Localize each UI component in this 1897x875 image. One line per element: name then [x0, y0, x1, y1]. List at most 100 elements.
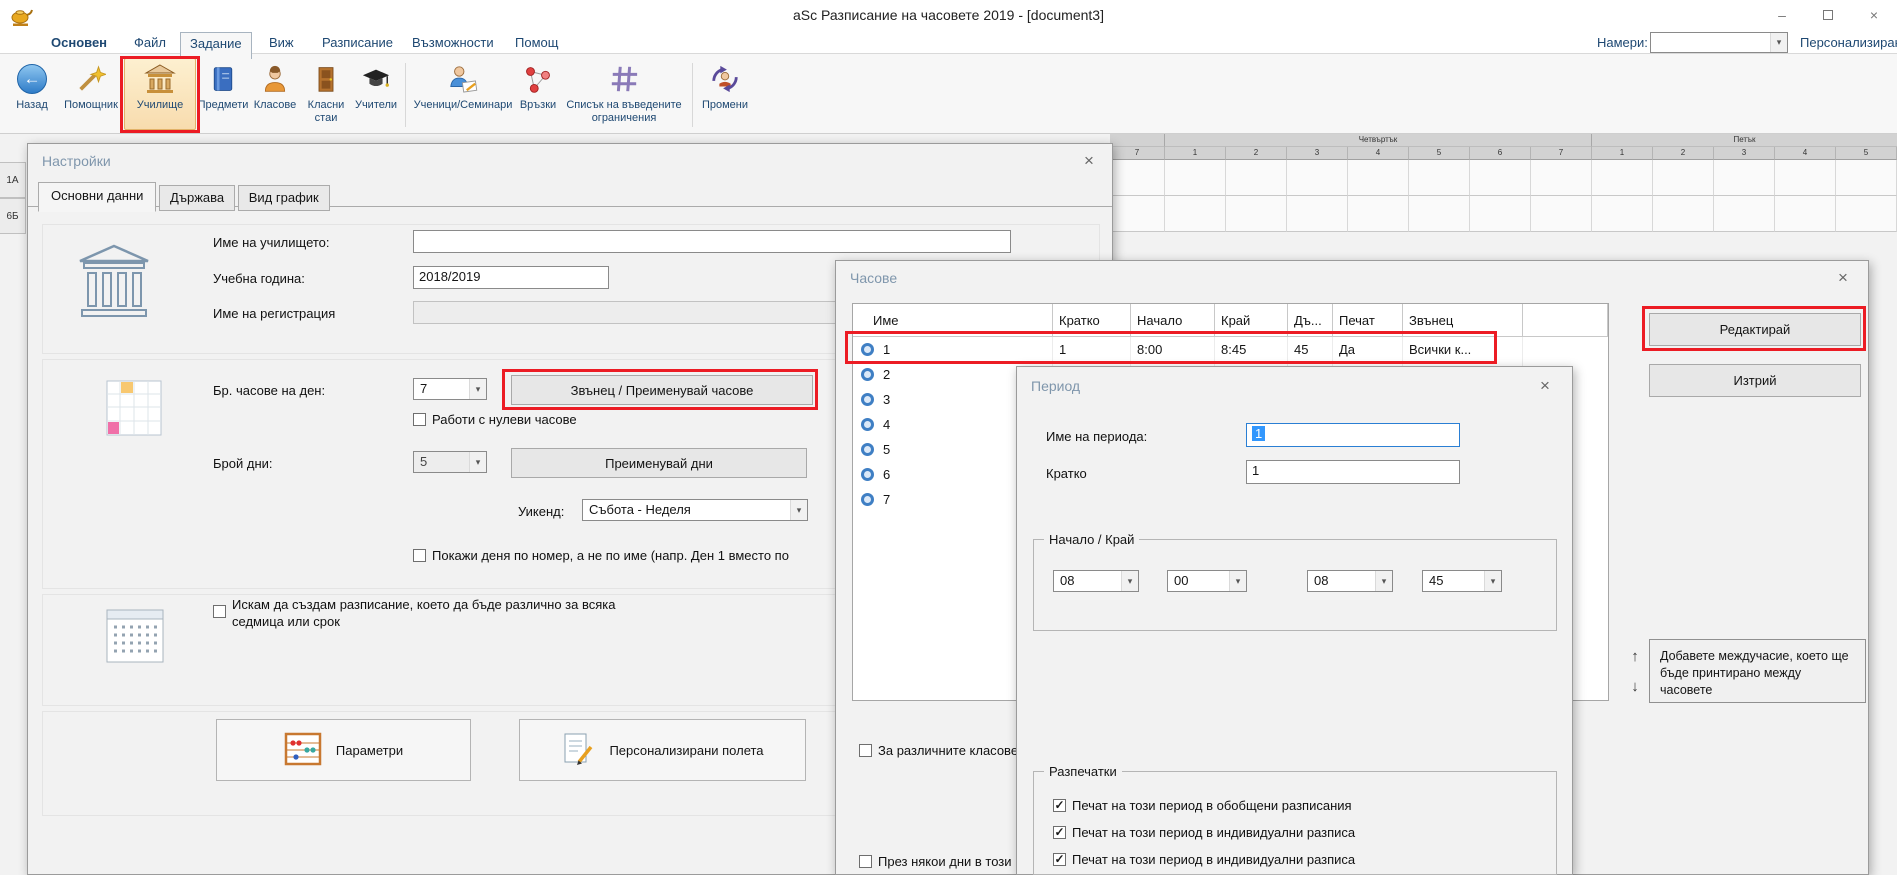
minimize-button[interactable]: – [1759, 0, 1805, 30]
door-icon [309, 62, 343, 96]
parameters-button[interactable]: Параметри [216, 719, 471, 781]
periods-close-icon[interactable]: × [1830, 267, 1856, 289]
timetable-cell [1110, 196, 1165, 232]
abacus-icon [284, 732, 322, 769]
some-days-checkbox[interactable] [859, 855, 872, 868]
timetable-cell [1531, 196, 1592, 232]
titlebar: aSc Разписание на часовете 2019 - [docum… [0, 0, 1897, 30]
day-header-friday: Петък [1592, 134, 1897, 147]
find-label: Намери: [1597, 35, 1648, 50]
multiweek-checkbox[interactable] [213, 605, 226, 618]
timetable-cell [1714, 196, 1775, 232]
timetable-cell [1592, 196, 1653, 232]
menu-tab-options[interactable]: Възможности [405, 33, 501, 52]
timetable-cell [1592, 160, 1653, 196]
tab-basic-data[interactable]: Основни данни [38, 182, 156, 212]
magic-wand-icon [74, 62, 108, 96]
ribbon-label-classrooms: Класни стаи [300, 99, 352, 124]
timetable-cell [1226, 196, 1287, 232]
chevron-down-icon: ▾ [469, 452, 486, 472]
print-individual-2-checkbox[interactable] [1053, 853, 1066, 866]
ribbon-button-links[interactable]: Връзки [515, 58, 561, 130]
ribbon-button-classrooms[interactable]: Класни стаи [300, 58, 352, 130]
tab-country[interactable]: Държава [159, 185, 235, 211]
chevron-down-icon[interactable]: ▾ [1121, 571, 1138, 591]
ribbon-button-changes[interactable]: Промени [698, 58, 752, 130]
day-number-checkbox[interactable] [413, 549, 426, 562]
school-year-label: Учебна година: [213, 271, 305, 286]
delete-period-button[interactable]: Изтрий [1649, 364, 1861, 397]
school-name-input[interactable] [413, 230, 1011, 253]
print-summary-checkbox[interactable] [1053, 799, 1066, 812]
book-icon [206, 62, 240, 96]
rename-days-button[interactable]: Преименувай дни [511, 448, 807, 478]
timetable-cell [1165, 160, 1226, 196]
chevron-down-icon[interactable]: ▾ [1770, 33, 1787, 52]
ribbon-button-classes[interactable]: Класове [250, 58, 300, 130]
add-break-note[interactable]: Добавете междучасие, което ще бъде принт… [1649, 639, 1866, 703]
period-name-input[interactable]: 1 [1246, 423, 1460, 447]
ribbon-label-assistant: Помощник [64, 99, 118, 112]
move-down-button[interactable]: ↓ [1625, 675, 1645, 699]
menu-tab-schedule[interactable]: Разписание [315, 33, 400, 52]
settings-close-icon[interactable]: × [1076, 150, 1102, 172]
per-class-checkbox[interactable] [859, 744, 872, 757]
timetable-cell [1226, 160, 1287, 196]
ribbon-button-constraints[interactable]: Списък на въведените ограничения [561, 58, 687, 130]
school-year-input[interactable]: 2018/2019 [413, 266, 609, 289]
maximize-button[interactable] [1805, 0, 1851, 30]
chevron-down-icon[interactable]: ▾ [469, 379, 486, 399]
period-number: 4 [1775, 147, 1836, 160]
ribbon-label-links: Връзки [520, 99, 556, 112]
period-number: 3 [1714, 147, 1775, 160]
timetable-cell [1287, 196, 1348, 232]
custom-fields-button[interactable]: Персонализирани полета [519, 719, 806, 781]
menu-tab-main[interactable]: Основен [44, 33, 114, 52]
ribbon-button-teachers[interactable]: Учители [352, 58, 400, 130]
ribbon-button-subjects[interactable]: Предмети [196, 58, 250, 130]
end-hour-select[interactable]: 08 ▾ [1307, 570, 1393, 592]
chevron-down-icon[interactable]: ▾ [790, 500, 807, 520]
weekend-label: Уикенд: [518, 504, 564, 519]
menu-tab-help[interactable]: Помощ [508, 33, 565, 52]
print-summary-label: Печат на този период в обобщени разписан… [1072, 798, 1352, 813]
chevron-down-icon[interactable]: ▾ [1229, 571, 1246, 591]
ribbon-button-students[interactable]: Ученици/Семинари [411, 58, 515, 130]
menu-tab-file[interactable]: Файл [127, 33, 173, 52]
period-number: 2 [1653, 147, 1714, 160]
ribbon-button-assistant[interactable]: Помощник [58, 58, 124, 130]
start-minute-select[interactable]: 00 ▾ [1167, 570, 1247, 592]
menu-tab-view[interactable]: Виж [262, 33, 301, 52]
periods-per-day-label: Бр. часове на ден: [213, 383, 325, 398]
tab-schedule-type[interactable]: Вид график [238, 185, 330, 211]
period-close-icon[interactable]: × [1532, 375, 1558, 397]
close-button[interactable]: × [1851, 0, 1897, 30]
print-individual-checkbox[interactable] [1053, 826, 1066, 839]
menu-tab-assignment[interactable]: Задание [180, 32, 252, 59]
some-days-label: През някои дни в този п [878, 854, 1022, 869]
timetable-cell [1110, 160, 1165, 196]
zero-periods-checkbox[interactable] [413, 413, 426, 426]
per-class-label: За различните класове [878, 743, 1018, 758]
start-hour-select[interactable]: 08 ▾ [1053, 570, 1139, 592]
find-input[interactable]: ▾ [1650, 32, 1788, 53]
timetable-cell [1836, 196, 1897, 232]
class-row-label: 6Б [0, 198, 26, 234]
weekend-select[interactable]: Събота - Неделя ▾ [582, 499, 808, 521]
ribbon-label-subjects: Предмети [198, 99, 249, 112]
window-controls: – × [1759, 0, 1897, 30]
personalize-link[interactable]: Персонализиране [1800, 35, 1897, 50]
timetable-grid: Четвъртък Петък 7 1 2 3 4 5 6 7 1 2 3 4 … [1110, 134, 1897, 232]
timetable-cell [1470, 196, 1531, 232]
maximize-icon [1823, 10, 1833, 20]
period-number: 1 [1165, 147, 1226, 160]
end-minute-select[interactable]: 45 ▾ [1422, 570, 1502, 592]
move-up-button[interactable]: ↑ [1625, 645, 1645, 669]
chevron-down-icon[interactable]: ▾ [1375, 571, 1392, 591]
chevron-down-icon[interactable]: ▾ [1484, 571, 1501, 591]
period-short-input[interactable]: 1 [1246, 460, 1460, 484]
ribbon-button-back[interactable]: ← Назад [6, 58, 58, 130]
period-clock-icon [861, 418, 874, 431]
periods-per-day-select[interactable]: 7 ▾ [413, 378, 487, 400]
timetable-period-numbers: 7 1 2 3 4 5 6 7 1 2 3 4 5 [1110, 147, 1897, 160]
